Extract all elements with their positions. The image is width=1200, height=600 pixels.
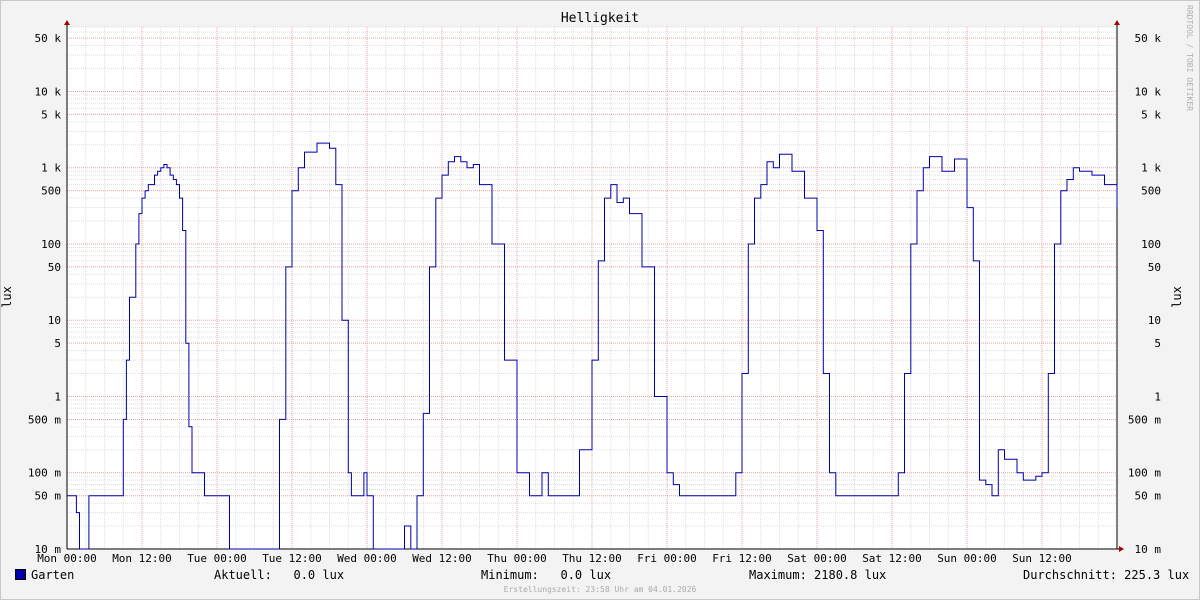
y-tick-label-right: 500 m — [1128, 413, 1161, 426]
x-tick-label: Thu 12:00 — [562, 552, 622, 565]
legend-series-name: Garten — [31, 568, 75, 582]
y-tick-label-right: 1 k — [1141, 162, 1161, 175]
legend-aktuell: Aktuell: 0.0 lux — [214, 568, 344, 582]
x-tick-label: Tue 12:00 — [262, 552, 322, 565]
legend-durchschnitt: Durchschnitt: 225.3 lux — [1023, 568, 1189, 582]
legend-swatch — [15, 569, 26, 580]
y-tick-label-right: 100 m — [1128, 467, 1161, 480]
x-tick-label: Sat 00:00 — [787, 552, 847, 565]
x-tick-label: Wed 12:00 — [412, 552, 472, 565]
durchschnitt-label: Durchschnitt: — [1023, 568, 1117, 582]
y-tick-label-left: 500 m — [28, 413, 61, 426]
x-tick-label: Mon 12:00 — [112, 552, 172, 565]
x-tick-label: Sun 00:00 — [937, 552, 997, 565]
y-tick-label-right: 10 — [1148, 314, 1161, 327]
y-tick-label-right: 50 k — [1135, 32, 1162, 45]
chart-area: 50 k 50 k 10 k 10 k 5 k 5 k 1 k 1 k 500 500 100 100… — [28, 20, 1162, 565]
x-tick-label: Wed 00:00 — [337, 552, 397, 565]
x-tick-label: Fri 12:00 — [712, 552, 772, 565]
aktuell-label: Aktuell: — [214, 568, 272, 582]
y-tick-label-right: 5 k — [1141, 108, 1161, 121]
minimum-value: 0.0 lux — [560, 568, 612, 582]
y-tick-label-left: 10 k — [35, 85, 62, 98]
y-tick-label-left: 10 — [48, 314, 61, 327]
y-tick-label-right: 10 k — [1135, 85, 1162, 98]
x-tick-label: Sat 12:00 — [862, 552, 922, 565]
y-tick-label-left: 1 — [54, 390, 61, 403]
y-axis-arrow-right — [1114, 20, 1120, 25]
y-tick-label-left: 500 — [41, 185, 61, 198]
creation-time: Erstellungszeit: 23:58 Uhr am 04.01.2026 — [503, 585, 697, 594]
maximum-value: 2180.8 lux — [814, 568, 887, 582]
y-tick-label-left: 5 — [54, 337, 61, 350]
y-tick-label-left: 5 k — [41, 108, 61, 121]
x-tick-label: Fri 00:00 — [637, 552, 697, 565]
y-tick-label-right: 500 — [1141, 185, 1161, 198]
aktuell-value: 0.0 lux — [293, 568, 345, 582]
maximum-label: Maximum: — [749, 568, 807, 582]
x-tick-label: Tue 00:00 — [187, 552, 247, 565]
y-tick-label-left: 100 — [41, 238, 61, 251]
legend-maximum: Maximum: 2180.8 lux — [749, 568, 886, 582]
y-tick-label-right: 100 — [1141, 238, 1161, 251]
x-tick-label: Mon 00:00 — [37, 552, 97, 565]
y-tick-label-left: 50 — [48, 261, 61, 274]
durchschnitt-value: 225.3 lux — [1124, 568, 1190, 582]
legend-series: Garten — [15, 568, 74, 582]
y-tick-label-right: 5 — [1154, 337, 1161, 350]
y-tick-label-left: 1 k — [41, 162, 61, 175]
x-tick-label: Sun 12:00 — [1012, 552, 1072, 565]
y-tick-label-left: 50 m — [35, 490, 62, 503]
x-tick-label: Thu 00:00 — [487, 552, 547, 565]
y-tick-label-left: 50 k — [35, 32, 62, 45]
legend-minimum: Minimum: 0.0 lux — [481, 568, 611, 582]
y-tick-label-right: 10 m — [1135, 543, 1162, 556]
y-tick-label-right: 50 — [1148, 261, 1161, 274]
y-axis-arrow-left — [64, 20, 70, 25]
y-tick-label-right: 50 m — [1135, 490, 1162, 503]
y-tick-label-right: 1 — [1154, 390, 1161, 403]
x-axis-arrow — [1119, 546, 1124, 552]
minimum-label: Minimum: — [481, 568, 539, 582]
y-tick-label-left: 100 m — [28, 467, 61, 480]
